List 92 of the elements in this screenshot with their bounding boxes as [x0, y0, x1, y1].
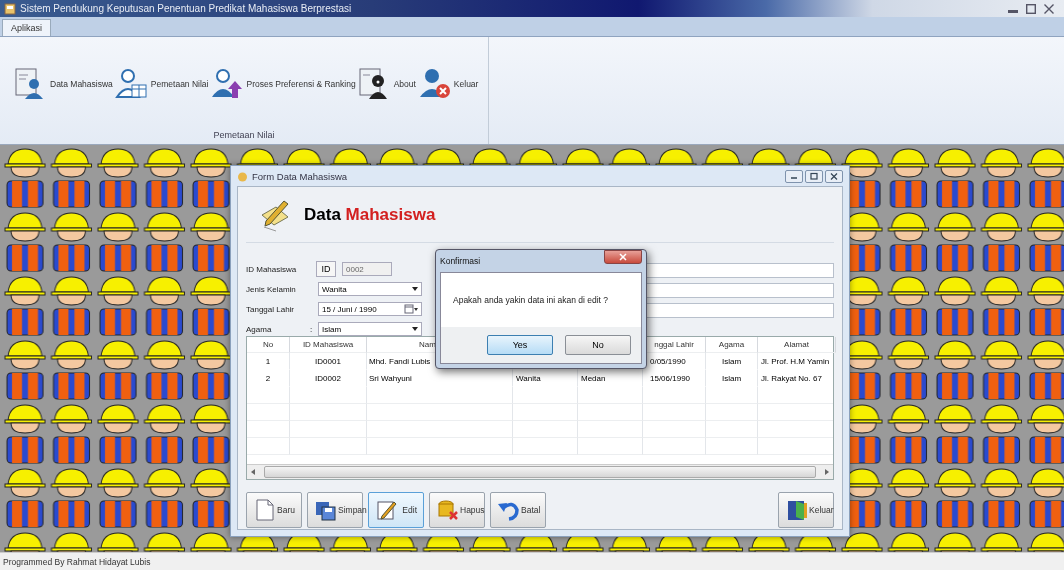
table-cell [247, 387, 290, 404]
table-cell: Medan [578, 370, 643, 387]
dialog-button[interactable]: Yes [487, 335, 553, 355]
table-cell: Sri Wahyuni [367, 370, 513, 387]
table-cell: 15/06/1990 [643, 370, 706, 387]
table-cell: Islam [706, 370, 758, 387]
restore-icon [1026, 3, 1036, 14]
toolbar-button[interactable]: Hapus [429, 492, 485, 528]
text-input-field[interactable] [644, 303, 834, 318]
toolbar-button[interactable]: Edit [368, 492, 424, 528]
field-label: ID Mahasiswa [246, 264, 298, 274]
table-cell: Jl. Rakyat No. 67 [758, 370, 833, 387]
ribbon-group-label: Pemetaan Nilai [212, 130, 276, 142]
status-text: Programmed By Rahmat Hidayat Lubis [3, 556, 151, 567]
table-cell [513, 421, 578, 438]
column-header[interactable]: Agama [706, 337, 758, 353]
table-cell [706, 404, 758, 421]
table-cell [643, 404, 706, 421]
column-header[interactable]: Alamat [758, 337, 836, 353]
table-cell [513, 438, 578, 455]
horizontal-scrollbar[interactable] [247, 464, 833, 479]
table-cell [247, 421, 290, 438]
column-header[interactable]: No [247, 337, 290, 353]
table-cell: 1 [247, 353, 290, 370]
table-cell: 2 [247, 370, 290, 387]
toolbar-button[interactable]: Baru [246, 492, 302, 528]
ribbon-button[interactable]: Proses Preferensi & Ranking [210, 66, 356, 101]
table-cell: Wanita [513, 370, 578, 387]
dropdown[interactable]: Wanita [318, 282, 422, 296]
table-cell [706, 438, 758, 455]
dialog-close-button[interactable] [604, 250, 642, 264]
app-icon [4, 2, 16, 15]
stack-delete-icon [436, 498, 460, 522]
dialog-message: Apakah anda yakin data ini akan di edit ? [452, 294, 609, 307]
door-icon [785, 498, 809, 522]
person-arrow-icon [210, 66, 245, 101]
table-cell: ID0002 [290, 370, 367, 387]
minimize-icon [1008, 9, 1018, 13]
table-cell [513, 404, 578, 421]
table-cell: Jl. Prof. H.M Yamin [758, 353, 833, 370]
table-cell [706, 387, 758, 404]
table-cell [578, 387, 643, 404]
close-icon [619, 253, 627, 261]
table-cell [578, 404, 643, 421]
minimize-icon [785, 169, 803, 183]
id-prefix-box: ID [316, 261, 336, 277]
toolbar-button[interactable]: Batal [490, 492, 546, 528]
pencil-paper-icon [375, 498, 399, 522]
field-label: Jenis Kelamin [246, 284, 297, 294]
id-input-field[interactable]: 0002 [342, 262, 392, 276]
table-cell [643, 421, 706, 438]
field-label: Tanggal Lahir [246, 304, 296, 314]
scroll-left-icon [250, 469, 256, 475]
table-cell [247, 438, 290, 455]
page-icon [253, 498, 277, 522]
dialog-title: Konfirmasi [440, 256, 481, 266]
calendar-icon [404, 304, 418, 314]
table-cell [578, 421, 643, 438]
form-title: Form Data Mahasiswa [252, 170, 349, 182]
ribbon-button[interactable]: Pemetaan Nilai [114, 66, 209, 101]
text-input-field[interactable] [644, 263, 834, 278]
person-remove-icon [417, 66, 452, 101]
column-header[interactable]: ID Mahasiswa [290, 337, 367, 353]
table-cell [578, 438, 643, 455]
dialog-button[interactable]: No [565, 335, 631, 355]
text-input-field[interactable] [644, 283, 834, 298]
table-cell [513, 387, 578, 404]
table-cell: Islam [706, 353, 758, 370]
table-cell [643, 387, 706, 404]
ribbon-button[interactable]: Data Mahasiswa [14, 66, 113, 101]
close-icon [825, 169, 843, 183]
table-cell [643, 438, 706, 455]
colon-text: : [308, 324, 314, 334]
dropdown[interactable]: Islam [318, 322, 422, 336]
person-table-icon [114, 66, 149, 101]
ribbon-button[interactable]: About [357, 66, 416, 101]
ribbon-button[interactable]: Keluar [417, 66, 479, 101]
ribbon-tab[interactable]: Aplikasi [2, 19, 51, 36]
field-label: Agama [246, 324, 273, 334]
dropdown-arrow-icon [412, 287, 418, 291]
form-icon [237, 170, 248, 182]
form-heading: Data Mahasiswa [304, 204, 436, 225]
dropdown-arrow-icon [412, 327, 418, 331]
scroll-right-icon [824, 469, 830, 475]
close-icon [1044, 3, 1054, 14]
maximize-icon [805, 169, 823, 183]
table-cell [706, 421, 758, 438]
toolbar-button[interactable]: Keluar [778, 492, 834, 528]
table-cell: ID0001 [290, 353, 367, 370]
window-title: Sistem Pendukung Keputusan Penentuan Predikat Mahasiswa Berprestasi [20, 3, 353, 14]
date-picker[interactable]: 15 / Juni / 1990 [318, 302, 422, 316]
table-cell [247, 404, 290, 421]
